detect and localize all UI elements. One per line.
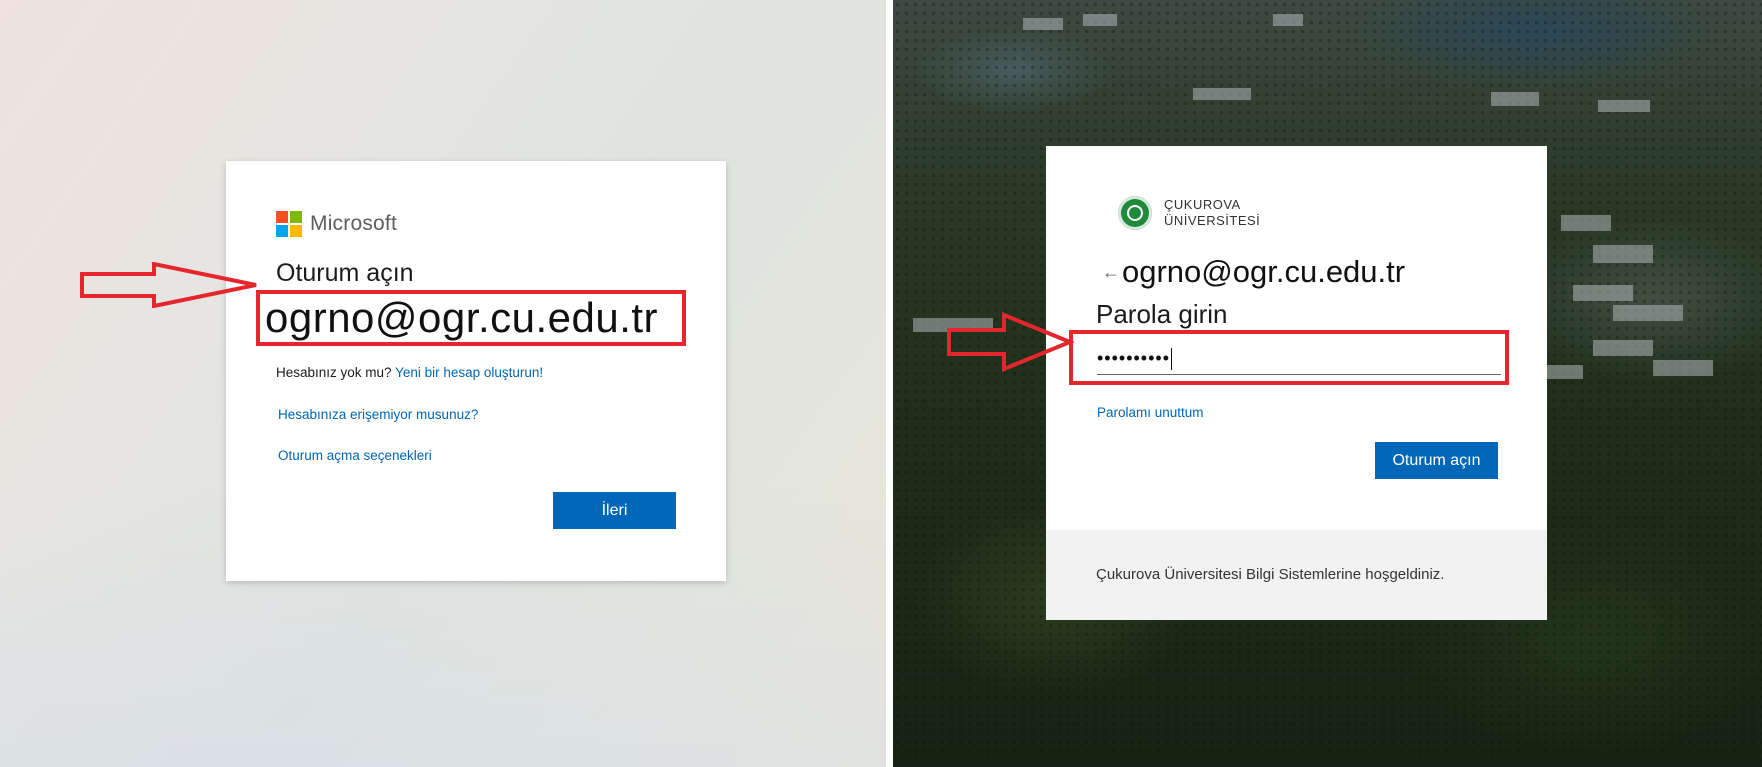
create-account-link[interactable]: Yeni bir hesap oluşturun! [395,365,543,380]
account-email: ogrno@ogr.cu.edu.tr [1122,254,1406,289]
page-title: Oturum açın [276,259,414,287]
microsoft-logo-text: Microsoft [310,212,397,235]
back-arrow-icon[interactable]: ← [1102,252,1120,292]
signin-options-link[interactable]: Oturum açma seçenekleri [278,448,432,463]
next-button[interactable]: İleri [553,492,676,529]
microsoft-logo-icon [276,211,302,237]
no-account-prompt: Hesabınız yok mu? Yeni bir hesap oluştur… [276,365,543,380]
no-account-text: Hesabınız yok mu? [276,365,392,380]
cant-access-account-link[interactable]: Hesabınıza erişemiyor musunuz? [278,407,478,422]
panel-divider [886,0,893,767]
email-highlight-box [256,290,686,346]
university-logo-text: ÇUKUROVA ÜNİVERSİTESİ [1164,197,1260,229]
arrow-right-icon [80,262,257,308]
card-footer: Çukurova Üniversitesi Bilgi Sistemlerine… [1046,530,1547,620]
logo-line-2: ÜNİVERSİTESİ [1164,213,1261,228]
password-highlight-box [1069,330,1509,385]
logo-line-1: ÇUKUROVA [1164,197,1241,212]
microsoft-signin-screen: Microsoft Oturum açın ogrno@ogr.cu.edu.t… [0,0,893,767]
forgot-password-link[interactable]: Parolamı unuttum [1097,405,1204,420]
signin-card: Microsoft Oturum açın ogrno@ogr.cu.edu.t… [226,161,726,581]
university-seal-icon [1118,196,1152,230]
arrow-right-icon [947,312,1074,372]
page-title: Parola girin [1096,299,1228,329]
welcome-text: Çukurova Üniversitesi Bilgi Sistemlerine… [1096,566,1445,583]
signin-button[interactable]: Oturum açın [1375,442,1498,479]
microsoft-logo: Microsoft [276,211,397,237]
university-logo: ÇUKUROVA ÜNİVERSİTESİ [1118,196,1260,230]
